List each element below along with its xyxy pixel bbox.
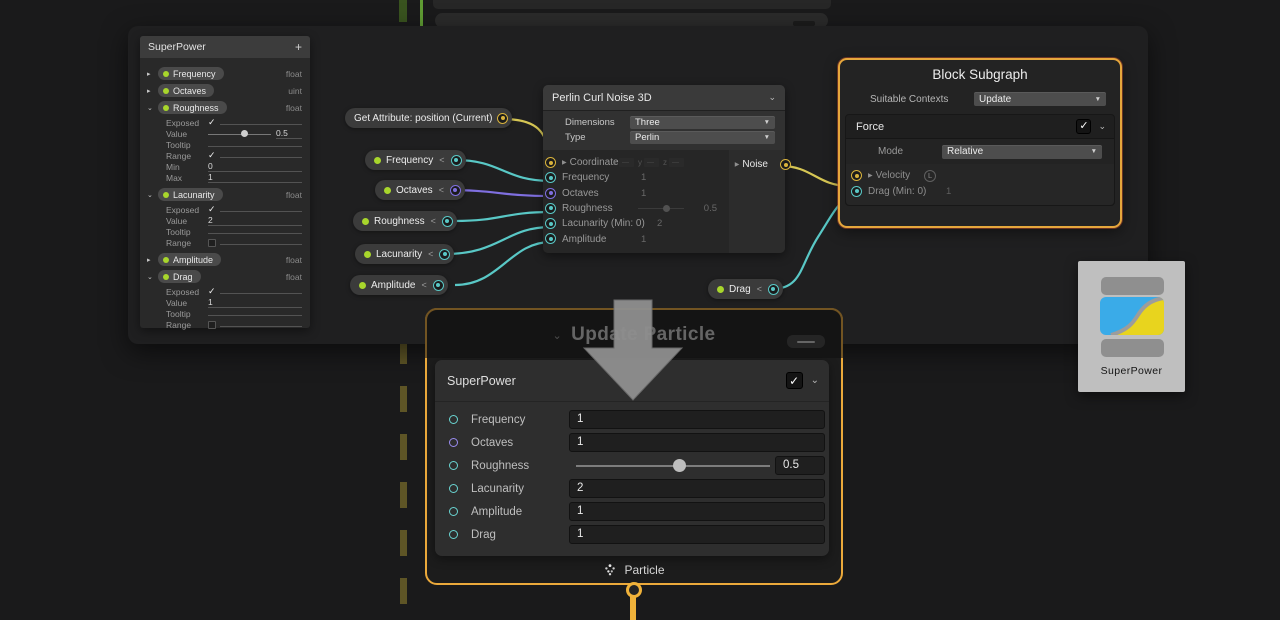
down-arrow [0,0,1280,620]
vfx-graph-screenshot: SuperPower + ▸ Frequency float ▸ Octaves… [0,0,1280,620]
